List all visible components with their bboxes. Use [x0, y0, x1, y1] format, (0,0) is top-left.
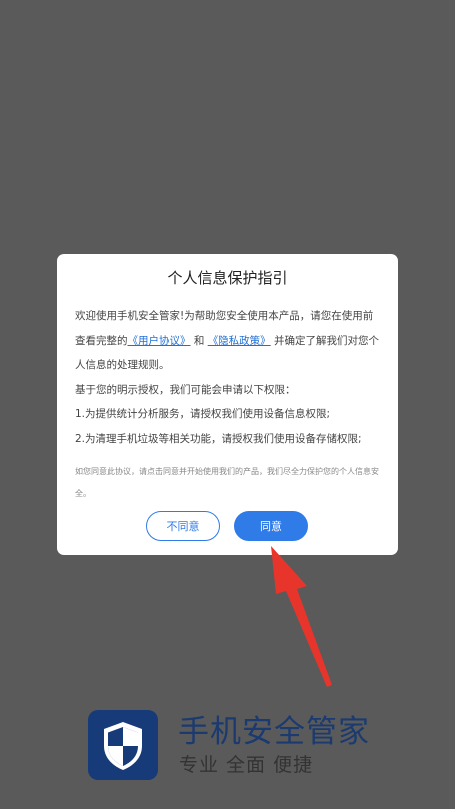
arrow-shape — [271, 546, 332, 687]
privacy-dialog: 个人信息保护指引 欢迎使用手机安全管家!为帮助您安全使用本产品，请您在使用前查看… — [57, 254, 398, 555]
privacy-policy-link[interactable]: 《隐私政策》 — [208, 335, 271, 347]
agree-button[interactable]: 同意 — [234, 511, 308, 541]
user-agreement-link[interactable]: 《用户协议》 — [128, 335, 191, 347]
permission-item-1: 1.为提供统计分析服务，请授权我们使用设备信息权限; — [75, 408, 331, 420]
disagree-button[interactable]: 不同意 — [146, 511, 220, 541]
shield-icon — [104, 722, 142, 770]
app-screen: 个人信息保护指引 欢迎使用手机安全管家!为帮助您安全使用本产品，请您在使用前查看… — [0, 0, 455, 809]
permissions-intro: 基于您的明示授权，我们可能会申请以下权限： — [75, 383, 296, 396]
dialog-title: 个人信息保护指引 — [167, 269, 288, 287]
brand-slogan: 专业 全面 便捷 — [179, 754, 314, 776]
and-text: 和 — [193, 334, 205, 347]
dialog-button-row: 不同意 同意 — [57, 511, 398, 541]
brand-name: 手机安全管家 — [178, 714, 370, 750]
intro-paragraph: 欢迎使用手机安全管家!为帮助您安全使用本产品，请您在使用前查看完整的《用户协议》… — [75, 304, 380, 378]
permission-item-2: 2.为清理手机垃圾等相关功能，请授权我们使用设备存储权限; — [75, 432, 362, 445]
consent-notice: 如您同意此协议，请点击同意并开始使用我们的产品，我们尽全力保护您的个人信息安全。 — [75, 467, 379, 498]
brand-logo — [88, 710, 158, 780]
